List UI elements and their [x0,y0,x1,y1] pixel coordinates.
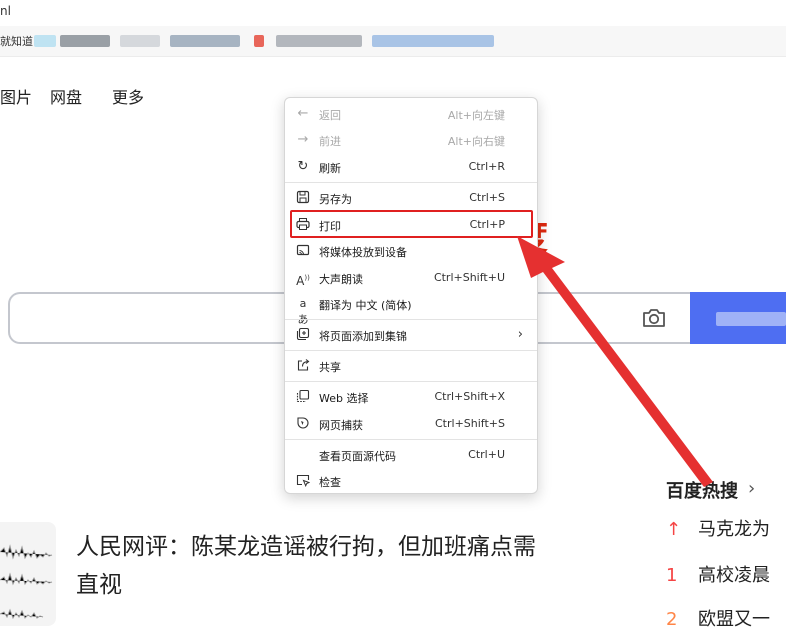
annotation-arrow-icon [517,236,713,487]
